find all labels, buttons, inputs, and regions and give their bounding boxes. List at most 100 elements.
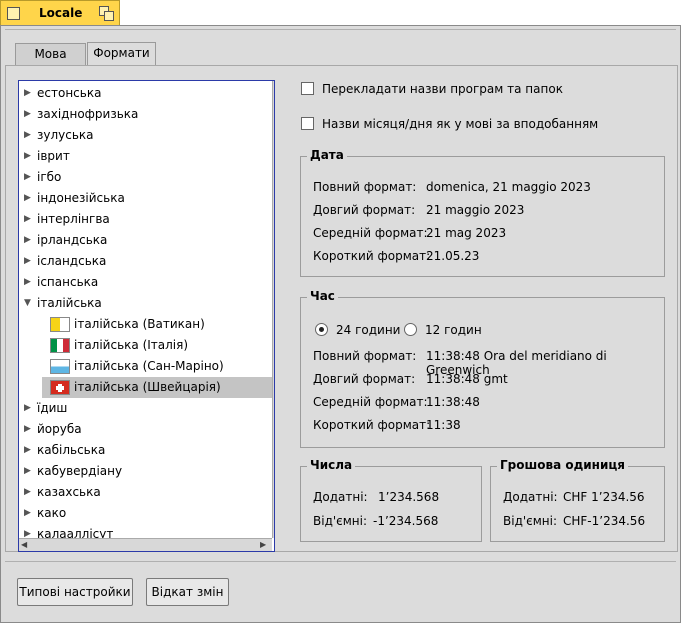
language-item[interactable]: ▶ казахська [19,482,272,503]
tab-language[interactable]: Мова [15,43,86,65]
language-item-label: їдиш [37,401,68,415]
language-item-label: італійська (Ватикан) [74,317,205,331]
date-group-title: Дата [307,148,347,162]
collapsed-arrow-icon[interactable]: ▶ [24,440,31,461]
language-item-label: кабільська [37,443,106,457]
currency-negative-value: CHF-1’234.56 [563,514,646,528]
date-medium-value: 21 mag 2023 [426,226,507,240]
language-item[interactable]: ▶ іврит [19,146,272,167]
language-item[interactable]: італійська (Італія) [19,335,272,356]
collapsed-arrow-icon[interactable]: ▶ [24,104,31,125]
date-long-value: 21 maggio 2023 [426,203,525,217]
language-item[interactable]: ▶ ірландська [19,230,272,251]
language-item[interactable]: ▼ італійська [19,293,272,314]
numbers-negative-label: Від'ємні: [313,514,368,528]
24-hour-label: 24 години [336,323,401,337]
currency-positive-label: Додатні: [503,490,558,504]
language-item-label: італійська (Італія) [74,338,189,352]
collapsed-arrow-icon[interactable]: ▶ [24,230,31,251]
date-full-label: Повний формат: [313,180,417,194]
date-medium-label: Середній формат: [313,226,428,240]
language-list[interactable]: ▶ естонська ▶ західнофризька ▶ зулуська ▶ іврит… [18,80,275,552]
language-item[interactable]: ▶ кабільська [19,440,272,461]
vertical-scrollbar[interactable]: ▲ ▼ [272,81,275,538]
time-short-value: 11:38 [426,418,461,432]
language-item-label: естонська [37,86,102,100]
preferences-window: Мова Формати ▶ естонська ▶ західнофризька ▶ з… [0,25,681,623]
language-item-label: како [37,506,67,520]
formats-panel: ▶ естонська ▶ західнофризька ▶ зулуська ▶ іврит… [5,65,678,552]
tab-formats[interactable]: Формати [87,42,156,66]
language-item-label: іспанська [37,275,99,289]
12-hour-label: 12 годин [425,323,482,337]
language-item[interactable]: ▶ західнофризька [19,104,272,125]
language-item[interactable]: ▶ їдиш [19,398,272,419]
italy-flag-icon [50,338,70,353]
close-icon[interactable] [7,7,20,20]
collapsed-arrow-icon[interactable]: ▶ [24,125,31,146]
12-hour-radio[interactable] [404,323,417,336]
collapsed-arrow-icon[interactable]: ▶ [24,482,31,503]
date-short-value: 21.05.23 [426,249,480,263]
translate-names-label: Перекладати назви програм та папок [322,82,563,96]
currency-positive-value: CHF 1’234.56 [563,490,645,504]
language-item-label: італійська (Швейцарія) [74,380,221,394]
language-item[interactable]: ▶ йоруба [19,419,272,440]
collapsed-arrow-icon[interactable]: ▶ [24,461,31,482]
collapsed-arrow-icon[interactable]: ▶ [24,272,31,293]
currency-group-title: Грошова одиниця [497,458,628,472]
currency-negative-label: Від'ємні: [503,514,558,528]
language-item-label: зулуська [37,128,94,142]
language-item[interactable]: італійська (Ватикан) [19,314,272,335]
language-item-label: італійська (Сан-Маріно) [74,359,224,373]
collapsed-arrow-icon[interactable]: ▶ [24,209,31,230]
language-item-label: індонезійська [37,191,125,205]
date-short-label: Короткий формат: [313,249,431,263]
translate-names-checkbox[interactable] [301,82,314,95]
time-group-title: Час [307,289,338,303]
window-title: Locale [39,6,83,20]
language-item[interactable]: ▶ іспанська [19,272,272,293]
scrollbar-thumb[interactable] [274,199,275,241]
time-medium-label: Середній формат: [313,395,428,409]
horizontal-scrollbar[interactable]: ◀ ▶ [19,538,272,551]
window-title-tab[interactable]: Locale [0,0,120,25]
revert-button[interactable]: Відкат змін [146,578,229,606]
collapsed-arrow-icon[interactable]: ▶ [24,398,31,419]
language-item[interactable]: ▶ ісландська [19,251,272,272]
time-short-label: Короткий формат: [313,418,431,432]
collapsed-arrow-icon[interactable]: ▶ [24,503,31,524]
language-item[interactable]: італійська (Сан-Маріно) [19,356,272,377]
collapsed-arrow-icon[interactable]: ▶ [24,167,31,188]
language-item[interactable]: ▶ зулуська [19,125,272,146]
collapsed-arrow-icon[interactable]: ▶ [24,83,31,104]
san-marino-flag-icon [50,359,70,374]
numbers-positive-label: Додатні: [313,490,368,504]
expanded-arrow-icon[interactable]: ▼ [24,293,31,314]
collapsed-arrow-icon[interactable]: ▶ [24,419,31,440]
date-long-label: Довгий формат: [313,203,416,217]
24-hour-radio[interactable] [315,323,328,336]
numbers-positive-value: 1’234.568 [378,490,440,504]
vatican-flag-icon [50,317,70,332]
scroll-right-icon[interactable]: ▶ [260,540,266,549]
language-item[interactable]: ▶ естонська [19,83,272,104]
date-full-value: domenica, 21 maggio 2023 [426,180,591,194]
scroll-left-icon[interactable]: ◀ [21,540,27,549]
language-item[interactable]: ▶ ігбо [19,167,272,188]
month-day-names-checkbox[interactable] [301,117,314,130]
time-group: Час 24 години 12 годин Повний формат: 11… [300,289,665,448]
currency-group: Грошова одиниця Додатні: CHF 1’234.56 Ві… [490,458,665,542]
language-item[interactable]: ▶ індонезійська [19,188,272,209]
language-item[interactable]: ▶ кабувердіану [19,461,272,482]
collapsed-arrow-icon[interactable]: ▶ [24,146,31,167]
collapsed-arrow-icon[interactable]: ▶ [24,188,31,209]
language-item-label: ірландська [37,233,108,247]
language-item[interactable]: ▶ інтерлінгва [19,209,272,230]
language-item[interactable]: ▶ како [19,503,272,524]
zoom-icon[interactable] [99,6,114,21]
language-item[interactable]: італійська (Швейцарія) [42,377,272,398]
collapsed-arrow-icon[interactable]: ▶ [24,251,31,272]
language-item-label: західнофризька [37,107,139,121]
defaults-button[interactable]: Типові настройки [17,578,133,606]
